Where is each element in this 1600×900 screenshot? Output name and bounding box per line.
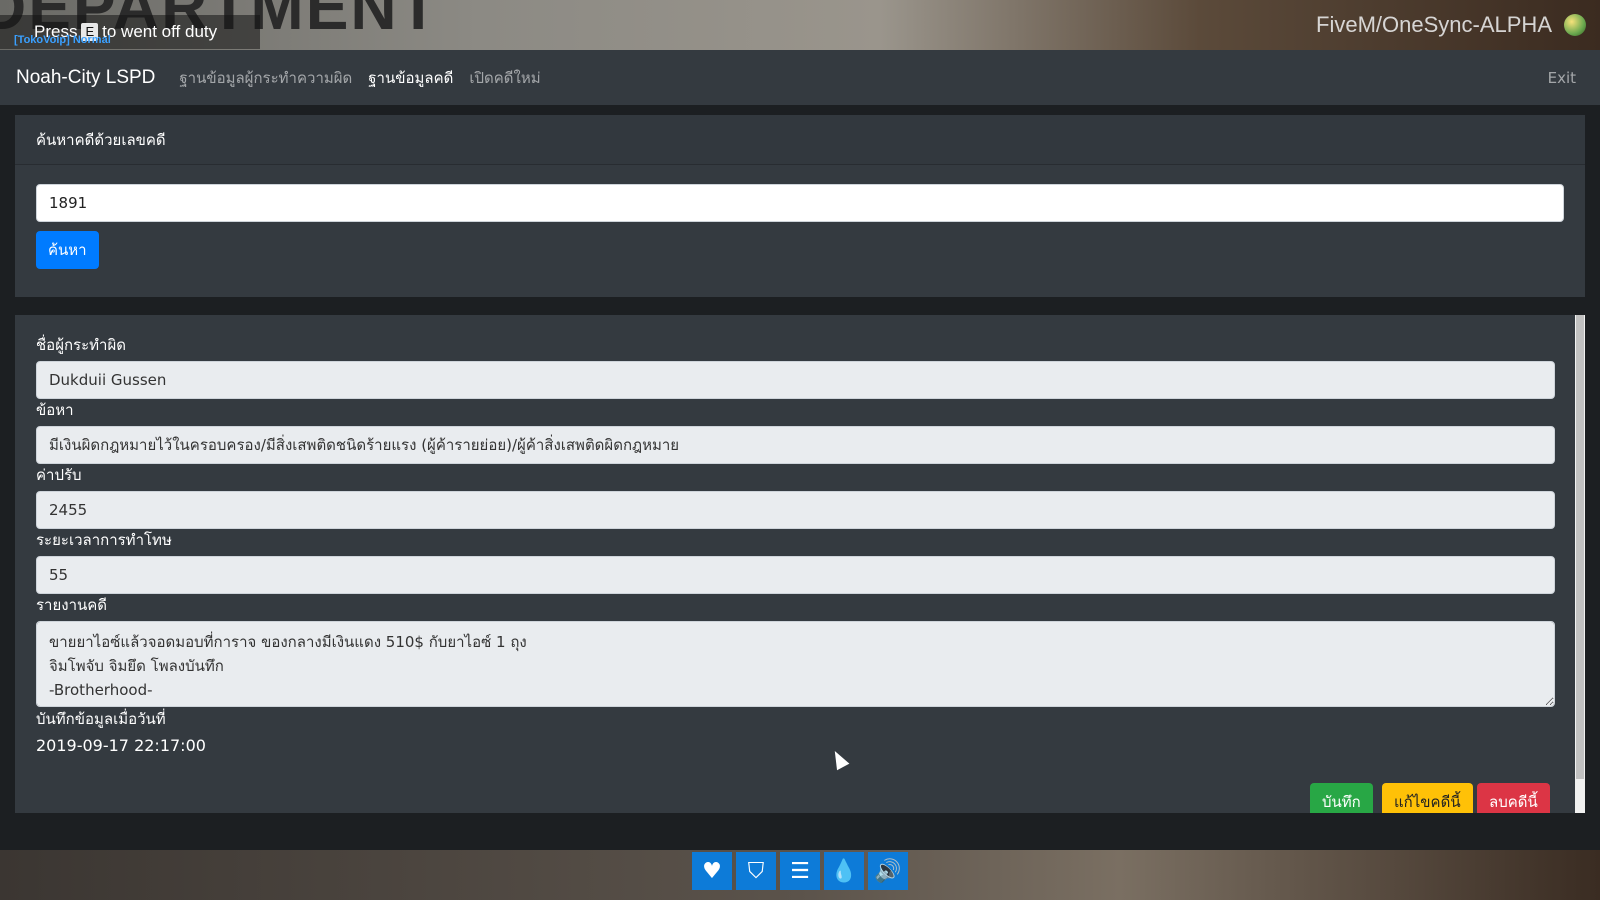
- heart-icon: ♥: [692, 852, 732, 890]
- nav-link-case-database[interactable]: ฐานข้อมูลคดี: [368, 66, 453, 90]
- sentence-label: ระยะเวลาการทำโทษ: [36, 531, 172, 549]
- report-label: รายงานคดี: [36, 596, 108, 614]
- shield-icon: ⛉: [736, 852, 776, 890]
- sentence-field[interactable]: [36, 556, 1555, 594]
- search-card-header: ค้นหาคดีด้วยเลขคดี: [15, 115, 1585, 165]
- nav-link-offender-database[interactable]: ฐานข้อมูลผู้กระทำความผิด: [179, 66, 352, 90]
- offender-name-field[interactable]: [36, 361, 1555, 399]
- exit-link[interactable]: Exit: [1548, 69, 1576, 87]
- card-scrollbar[interactable]: [1575, 315, 1585, 813]
- burger-icon: ☰: [780, 852, 820, 890]
- navbar-brand[interactable]: Noah-City LSPD: [16, 67, 155, 89]
- case-detail-card: ชื่อผู้กระทำผิด ข้อหา ค่าปรับ ระยะเวลากา…: [15, 315, 1585, 813]
- fine-field[interactable]: [36, 491, 1555, 529]
- server-name: FiveM/OneSync-ALPHA: [1316, 12, 1552, 37]
- edit-case-button[interactable]: แก้ไขคดีนี้: [1382, 783, 1473, 813]
- date-label: บันทึกข้อมูลเมื่อวันที่: [36, 710, 166, 728]
- duty-hint-suffix: to went off duty: [102, 22, 218, 41]
- search-button[interactable]: ค้นหา: [36, 231, 99, 269]
- delete-case-button[interactable]: ลบคดีนี้: [1477, 783, 1550, 813]
- date-value: 2019-09-17 22:17:00: [36, 736, 206, 755]
- fine-label: ค่าปรับ: [36, 466, 82, 484]
- navbar: Noah-City LSPD ฐานข้อมูลผู้กระทำความผิด …: [0, 50, 1600, 105]
- nav-link-new-case[interactable]: เปิดคดีใหม่: [469, 66, 540, 90]
- charge-field[interactable]: [36, 426, 1555, 464]
- status-hud: ♥ ⛉ ☰ 💧 🔊: [692, 852, 908, 890]
- charge-label: ข้อหา: [36, 401, 74, 419]
- card-scrollbar-thumb[interactable]: [1576, 315, 1584, 779]
- server-logo-icon: [1564, 14, 1586, 36]
- search-card: ค้นหาคดีด้วยเลขคดี ค้นหา: [15, 115, 1585, 297]
- report-textarea[interactable]: ขายยาไอซ์แล้วจอดมอบที่การาจ ของกลางมีเงิ…: [36, 621, 1555, 707]
- save-button[interactable]: บันทึก: [1310, 783, 1373, 813]
- case-number-input[interactable]: [36, 184, 1564, 222]
- speaker-icon: 🔊: [868, 852, 908, 890]
- voip-status: [TokoVoip] Normal: [14, 34, 111, 46]
- offender-label: ชื่อผู้กระทำผิด: [36, 336, 127, 354]
- water-drop-icon: 💧: [824, 852, 864, 890]
